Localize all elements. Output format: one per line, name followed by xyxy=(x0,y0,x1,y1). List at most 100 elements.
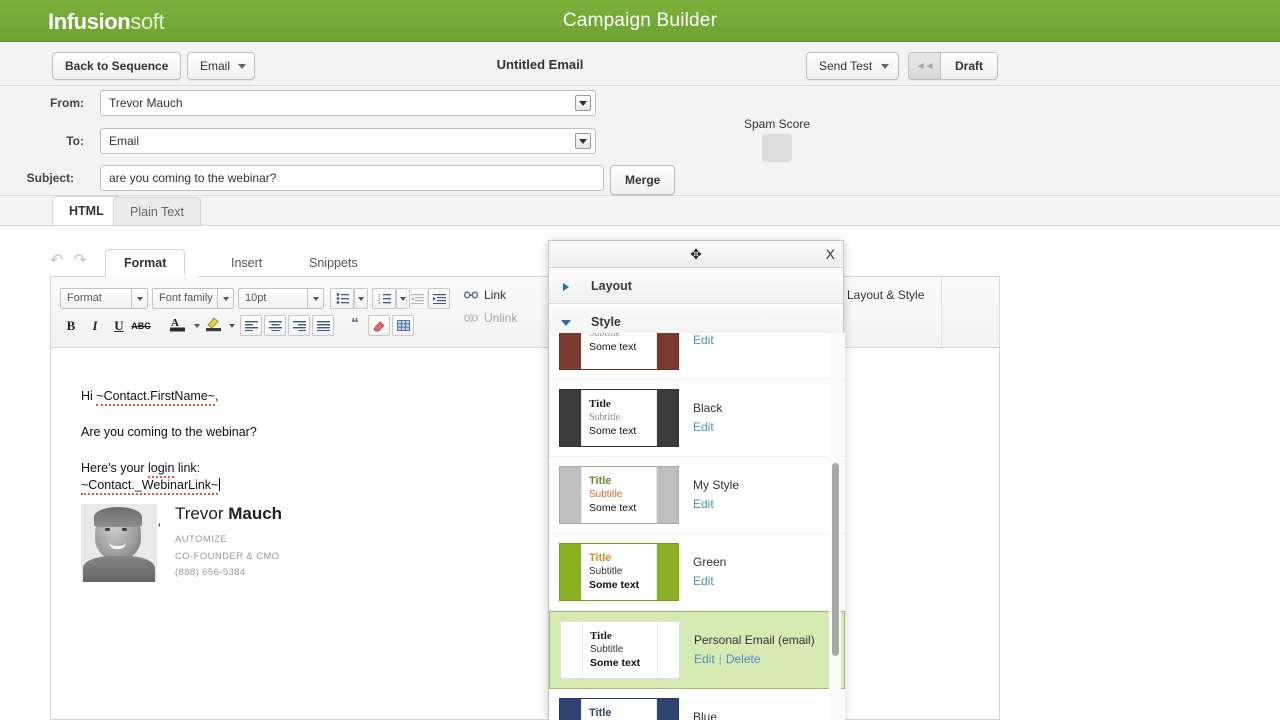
subject-input[interactable]: are you coming to the webinar? xyxy=(100,165,604,191)
from-dropdown-arrow-icon[interactable] xyxy=(575,95,591,111)
signature-first-name: Trevor xyxy=(175,504,229,523)
style-swatch-preview: TitleSubtitleSome text xyxy=(581,390,657,446)
status-prev-arrow-icon[interactable]: ◄◄ xyxy=(909,53,941,79)
to-dropdown-arrow-icon[interactable] xyxy=(575,133,591,149)
remove-format-eraser-icon[interactable] xyxy=(368,315,390,336)
layout-style-dialog[interactable]: ✥ X Layout Style Subtitle Some text Edit Ti… xyxy=(548,240,845,720)
style-edit-link[interactable]: Edit xyxy=(693,333,714,347)
move-handle-icon[interactable]: ✥ xyxy=(688,246,704,262)
close-icon[interactable]: X xyxy=(826,245,835,263)
text-color-glyph: A xyxy=(169,317,185,332)
style-swatch-preview: TitleSubtitleSome text xyxy=(581,699,657,720)
from-label: From: xyxy=(50,96,84,110)
ribbon-tab-format[interactable]: Format xyxy=(105,249,186,277)
bullet-list-icon[interactable] xyxy=(330,288,354,309)
font-family-select[interactable]: Font family xyxy=(152,288,234,309)
style-list-scrollbar[interactable] xyxy=(829,333,841,720)
back-to-sequence-button[interactable]: Back to Sequence xyxy=(52,52,182,80)
to-field[interactable]: Email xyxy=(100,128,596,154)
style-name: Green xyxy=(693,554,727,569)
ribbon-tab-snippets[interactable]: Snippets xyxy=(290,249,377,276)
scrollbar-thumb[interactable] xyxy=(832,463,839,656)
text-color-icon[interactable]: A xyxy=(166,313,188,334)
swatch-sometext: Some text xyxy=(589,501,637,514)
layout-style-panel[interactable]: Layout & Style xyxy=(836,277,1000,347)
merge-button[interactable]: Merge xyxy=(610,165,676,195)
from-field[interactable]: Trevor Mauch xyxy=(100,90,596,116)
style-edit-link[interactable]: Edit xyxy=(693,420,714,434)
chevron-down-icon xyxy=(307,288,323,309)
merge-field-webinarlink: ~Contact._WebinarLink~ xyxy=(81,477,219,495)
style-swatch[interactable]: TitleSubtitleSome text xyxy=(559,543,679,601)
swatch-title: Title xyxy=(590,630,612,643)
undo-icon[interactable]: ↶ xyxy=(50,250,63,270)
send-test-button[interactable]: Send Test xyxy=(806,52,900,80)
style-edit-link[interactable]: Edit xyxy=(694,652,715,666)
style-row[interactable]: Title Subtitle Some text Green Edit xyxy=(549,534,845,611)
layout-style-label: Layout & Style xyxy=(847,288,925,302)
swatch-sometext: Some text xyxy=(589,340,637,353)
style-swatch-preview: TitleSubtitleSome text xyxy=(581,467,657,523)
to-label: To: xyxy=(66,134,84,148)
strikethrough-button[interactable]: ABC xyxy=(130,315,152,336)
underline-button[interactable]: U xyxy=(108,315,130,336)
avatar-eye-right xyxy=(122,528,127,531)
insert-table-icon[interactable] xyxy=(392,315,414,336)
panel-divider xyxy=(941,277,942,347)
align-justify-icon[interactable] xyxy=(312,315,334,336)
email-dropdown-button[interactable]: Email xyxy=(187,52,256,80)
bold-button[interactable]: B xyxy=(60,315,82,336)
body-line-greeting: Hi ~Contact.FirstName~, xyxy=(81,388,581,406)
style-meta: BlueEdit xyxy=(693,709,717,720)
section-layout[interactable]: Layout xyxy=(549,268,843,304)
style-row[interactable]: Subtitle Some text Edit xyxy=(549,333,845,380)
style-swatch[interactable]: TitleSubtitleSome text xyxy=(559,698,679,720)
align-left-glyph xyxy=(244,320,258,331)
style-swatch[interactable]: Subtitle Some text xyxy=(559,333,679,370)
align-center-icon[interactable] xyxy=(264,315,286,336)
chevron-down-icon xyxy=(238,64,247,69)
align-right-icon[interactable] xyxy=(288,315,310,336)
ribbon-active-tab-notch xyxy=(106,275,198,277)
align-left-icon[interactable] xyxy=(240,315,262,336)
status-toggle-group[interactable]: ◄◄ Draft xyxy=(908,52,999,80)
align-center-glyph xyxy=(268,320,282,331)
avatar-eye-left xyxy=(105,528,110,531)
style-edit-link[interactable]: Edit xyxy=(693,497,714,511)
indent-icon[interactable] xyxy=(428,288,450,309)
style-swatch[interactable]: TitleSubtitleSome text xyxy=(559,389,679,447)
tab-plain-text[interactable]: Plain Text xyxy=(113,197,201,226)
ribbon-tab-insert[interactable]: Insert xyxy=(212,249,281,276)
bullet-list-dropdown-icon[interactable] xyxy=(354,288,368,309)
format-select[interactable]: Format xyxy=(60,288,148,309)
style-row[interactable]: Title Subtitle Some text Black Edit xyxy=(549,380,845,457)
style-row[interactable]: Title Subtitle Some text Personal Email (em… xyxy=(549,611,845,689)
spam-score-indicator xyxy=(762,134,792,162)
email-compose-area[interactable]: Hi ~Contact.FirstName~, Are you coming t… xyxy=(50,348,1000,720)
font-family-value: Font family xyxy=(159,292,213,304)
outdent-icon[interactable] xyxy=(406,288,428,309)
status-badge[interactable]: Draft xyxy=(941,53,998,79)
style-edit-link[interactable]: Edit xyxy=(693,574,714,588)
link-action[interactable]: Link xyxy=(463,288,506,304)
redo-icon[interactable]: ↷ xyxy=(73,250,86,270)
numbered-list-icon[interactable]: 123 xyxy=(372,288,396,309)
content-type-tabs: HTML Plain Text xyxy=(0,196,1280,226)
italic-button[interactable]: I xyxy=(84,315,106,336)
swatch-subtitle: Subtitle xyxy=(590,644,624,656)
style-swatch[interactable]: TitleSubtitleSome text xyxy=(559,466,679,524)
chevron-right-icon xyxy=(563,283,569,291)
svg-text:A: A xyxy=(171,317,179,329)
style-row[interactable]: TitleSubtitleSome text BlueEdit xyxy=(549,689,845,720)
blockquote-icon[interactable]: “ xyxy=(344,313,366,334)
style-delete-link[interactable]: Delete xyxy=(726,652,761,666)
tab-html[interactable]: HTML xyxy=(52,196,121,226)
subject-label: Subject: xyxy=(26,171,74,185)
dialog-titlebar[interactable]: ✥ X xyxy=(549,241,843,268)
style-swatch[interactable]: TitleSubtitleSome text xyxy=(560,621,680,679)
style-list[interactable]: Subtitle Some text Edit Title Subtitle Some t… xyxy=(549,333,845,720)
font-size-select[interactable]: 10pt xyxy=(238,288,324,309)
align-justify-glyph xyxy=(316,320,330,331)
style-row[interactable]: Title Subtitle Some text My Style Edit xyxy=(549,457,845,534)
swatch-sometext: Some text xyxy=(589,578,640,591)
